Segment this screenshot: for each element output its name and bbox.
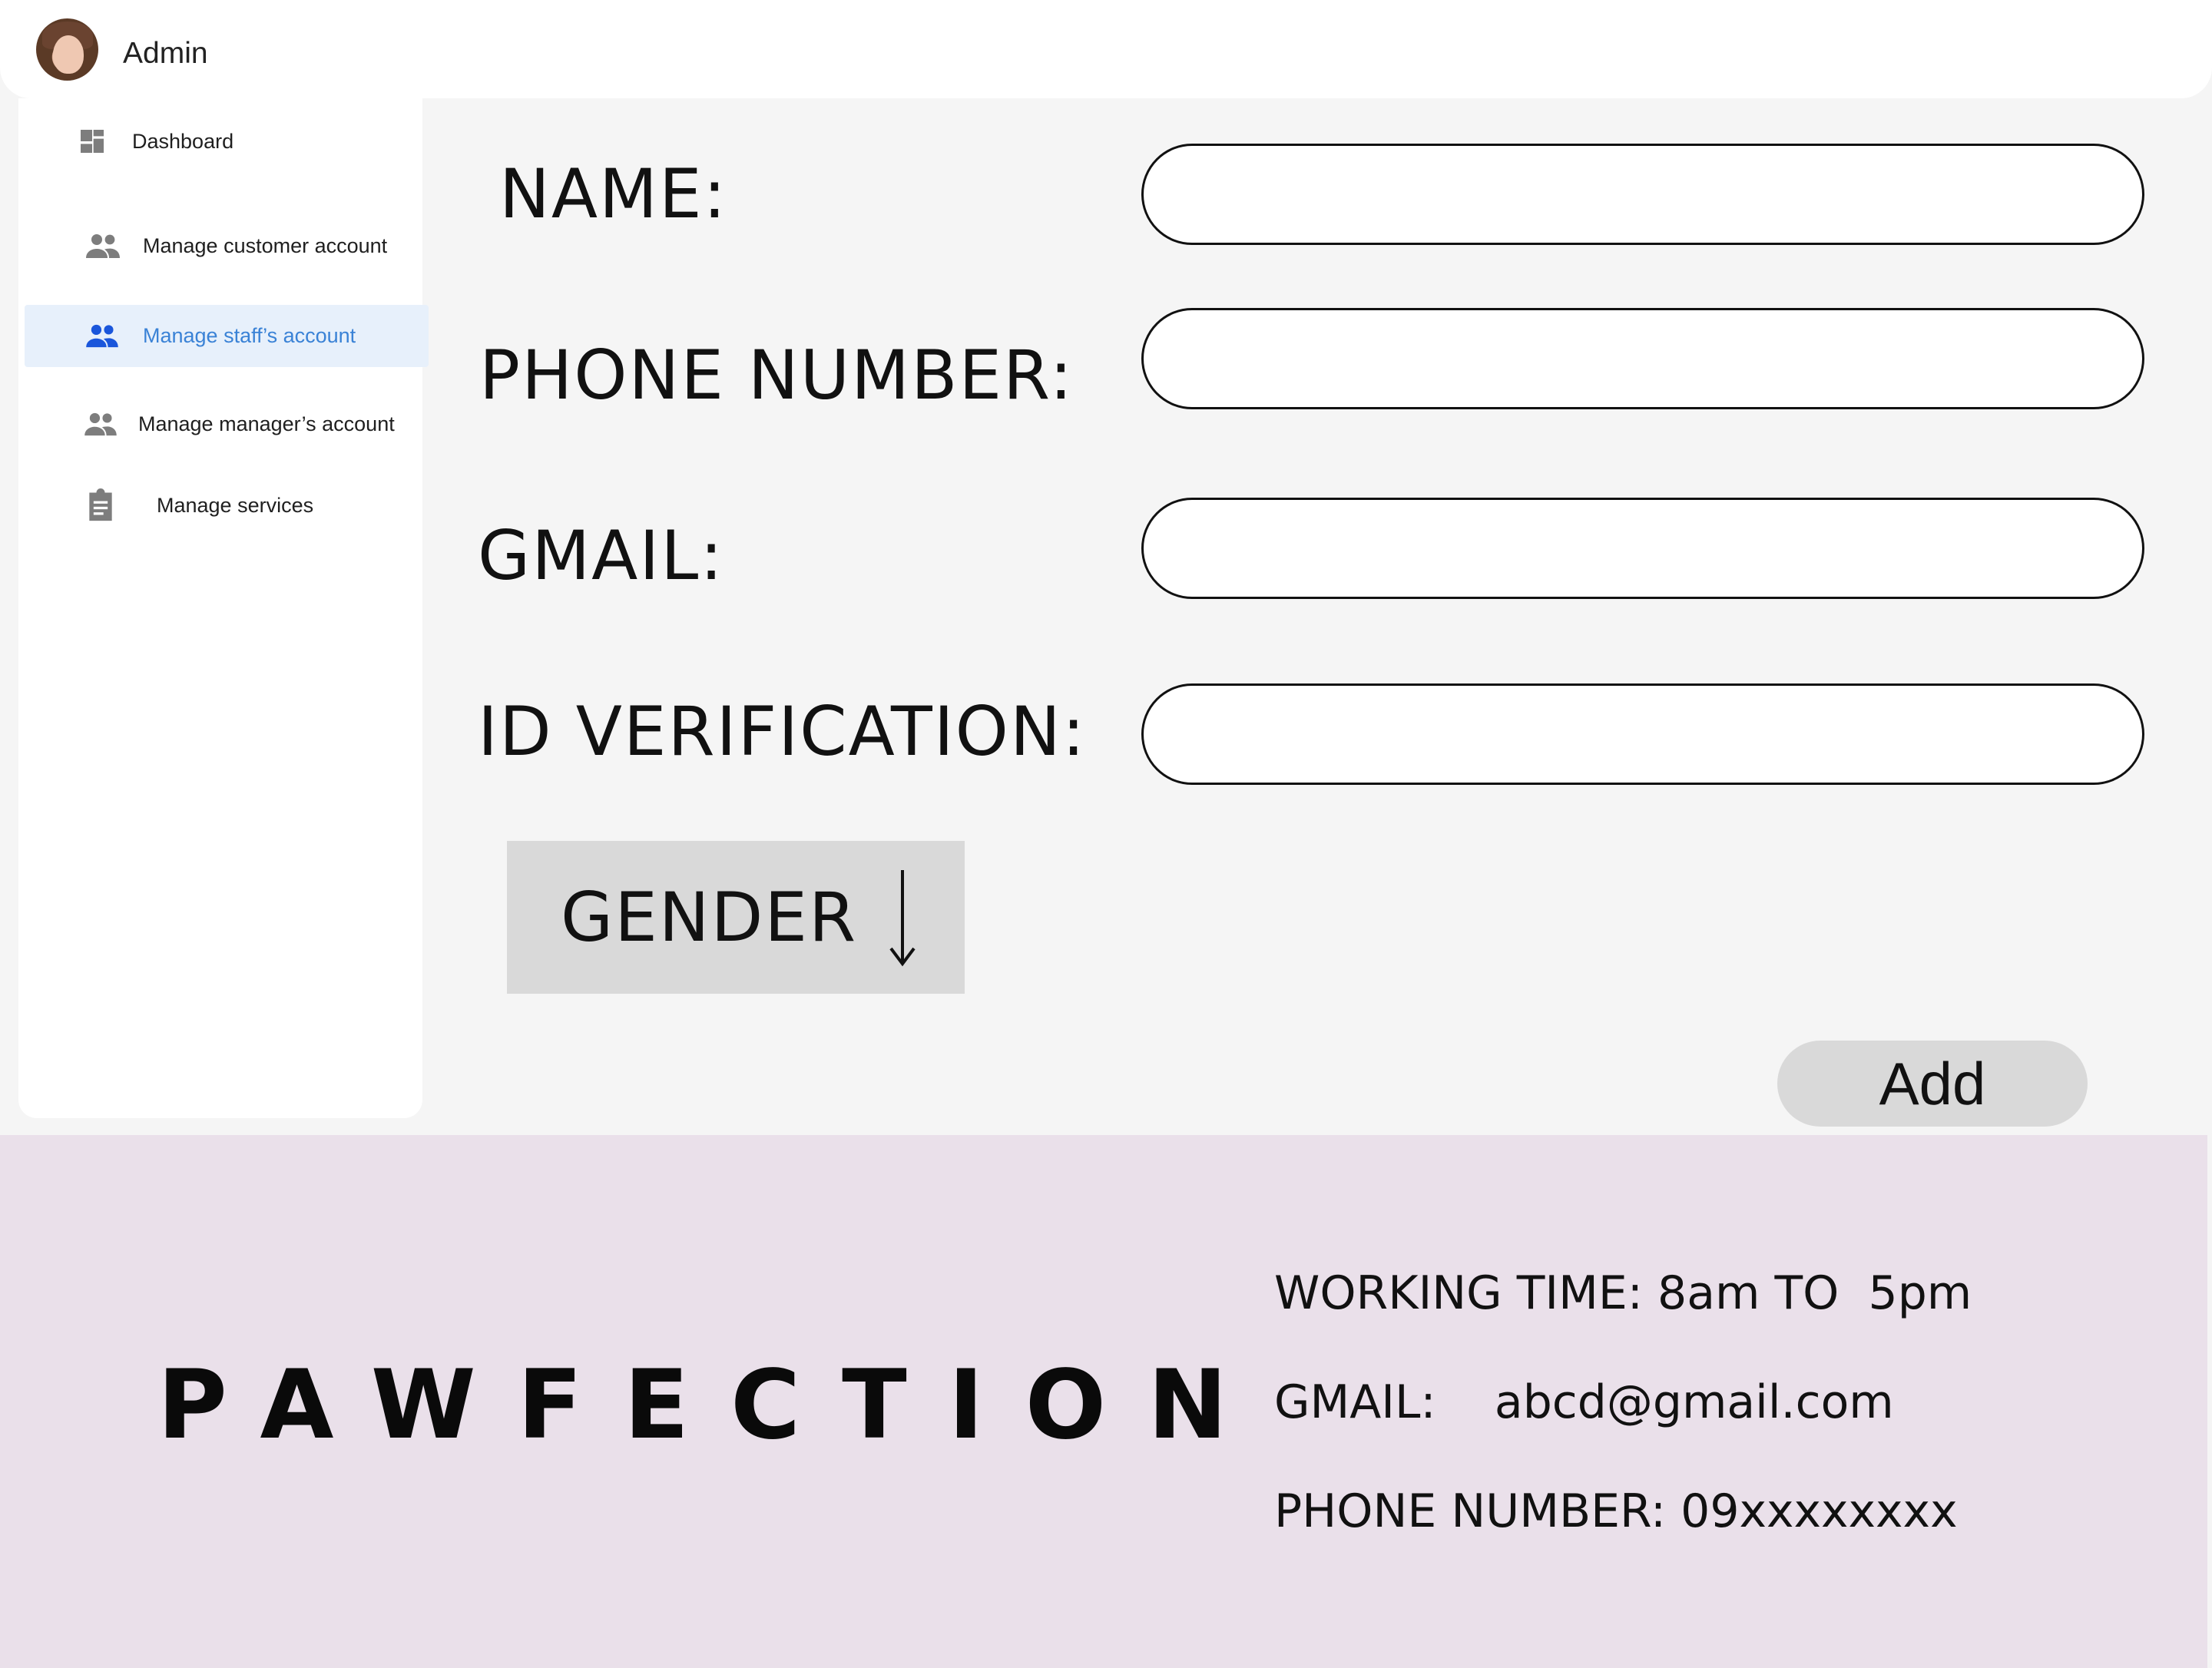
gmail-label: GMAIL:	[478, 516, 724, 595]
id-verification-label: ID VERIFICATION:	[478, 692, 1087, 771]
gender-dropdown[interactable]: GENDER	[507, 841, 965, 994]
sidebar-item-manage-manager[interactable]: Manage manager’s account	[83, 405, 395, 442]
sidebar-item-manage-staff[interactable]: Manage staff’s account	[84, 317, 356, 354]
sidebar-item-label: Manage staff’s account	[143, 323, 356, 347]
top-bar: Admin	[0, 0, 2212, 98]
contact-gmail: GMAIL: abcd@gmail.com	[1274, 1375, 1894, 1429]
add-button[interactable]: Add	[1777, 1041, 2088, 1127]
people-icon	[84, 412, 117, 436]
avatar[interactable]	[36, 18, 98, 81]
sidebar-item-label: Dashboard	[132, 129, 234, 153]
clipboard-icon	[89, 488, 112, 521]
dashboard-icon	[81, 130, 104, 153]
people-icon	[86, 324, 118, 348]
sidebar-item-manage-customer[interactable]: Manage customer account	[84, 227, 387, 264]
sidebar-item-label: Manage services	[157, 493, 314, 517]
people-icon	[86, 234, 120, 258]
gmail-input[interactable]	[1141, 498, 2144, 599]
user-name: Admin	[123, 37, 208, 70]
gender-label: GENDER	[561, 878, 858, 957]
sidebar-item-manage-services[interactable]: Manage services	[86, 487, 313, 524]
working-time: WORKING TIME: 8am TO 5pm	[1274, 1266, 1972, 1320]
arrow-down-icon	[889, 870, 916, 967]
sidebar-item-dashboard[interactable]: Dashboard	[77, 123, 233, 160]
sidebar-item-label: Manage manager’s account	[138, 412, 395, 435]
avatar-face	[53, 35, 84, 74]
phone-number-input[interactable]	[1141, 308, 2144, 409]
contact-phone: PHONE NUMBER: 09xxxxxxxx	[1274, 1484, 1958, 1538]
name-label: NAME:	[499, 154, 728, 233]
footer: PAWFECTION WORKING TIME: 8am TO 5pm GMAI…	[0, 1135, 2207, 1668]
phone-number-label: PHONE NUMBER:	[479, 336, 1075, 415]
brand-logo: PAWFECTION	[157, 1350, 1269, 1461]
sidebar-item-label: Manage customer account	[143, 233, 388, 257]
name-input[interactable]	[1141, 144, 2144, 245]
id-verification-input[interactable]	[1141, 683, 2144, 785]
